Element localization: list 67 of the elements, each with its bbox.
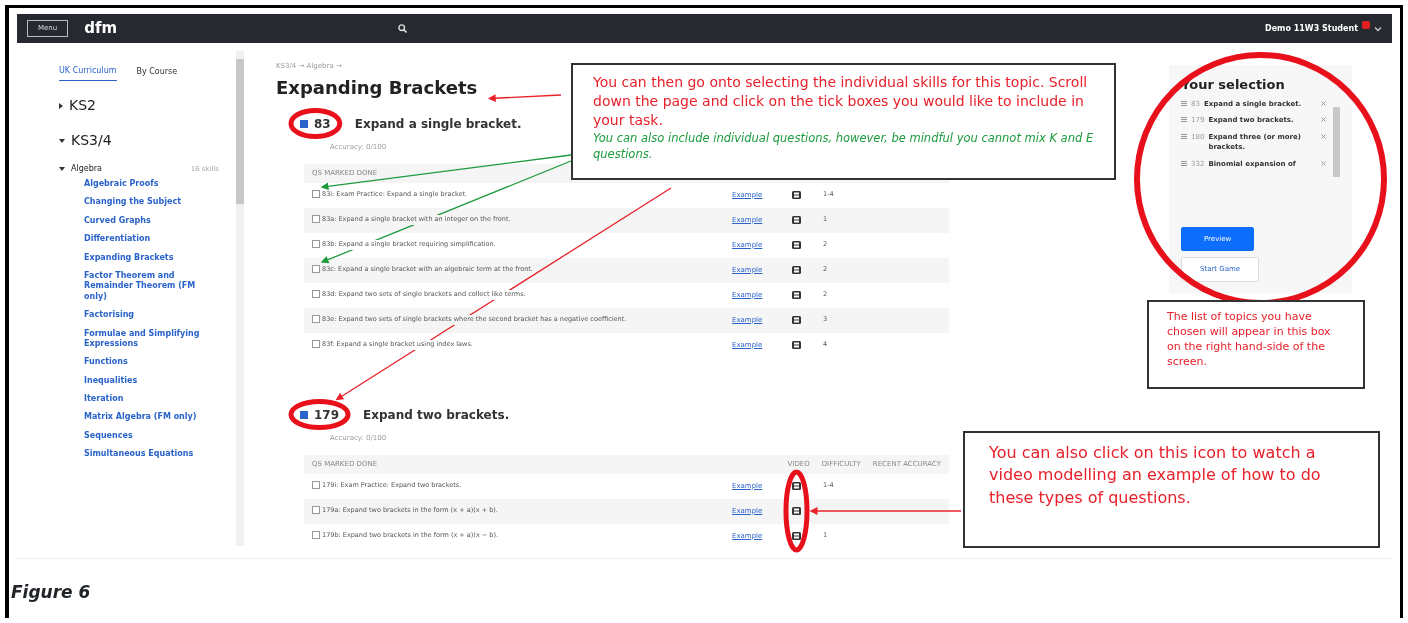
film-icon[interactable] <box>792 291 801 299</box>
topic-link[interactable]: Functions <box>59 353 219 372</box>
highlight-ellipse <box>288 108 343 139</box>
film-icon[interactable] <box>792 191 801 199</box>
callout-text: You can then go onto selecting the individual skills for this topic. Scroll down the page and click on the tick boxes you would like to include in your task. <box>593 73 1089 130</box>
skill-checkbox[interactable] <box>300 410 308 419</box>
figure-caption: Figure 6 <box>11 581 91 604</box>
callout-text: The list of topics you have chosen will appear in this box on the right hand-side of the screen. <box>1167 310 1332 370</box>
skill-number: 83 <box>314 115 331 133</box>
topic-link[interactable]: Matrix Algebra (FM only) <box>59 408 219 427</box>
film-icon[interactable] <box>792 216 801 224</box>
question-checkbox[interactable] <box>312 531 320 540</box>
question-checkbox[interactable] <box>312 240 320 249</box>
skill-checkbox[interactable] <box>300 119 308 128</box>
question-checkbox[interactable] <box>312 290 320 299</box>
drag-handle-icon[interactable] <box>1181 160 1187 166</box>
tree-label: KS2 <box>69 96 96 115</box>
topic-link[interactable]: Curved Graphs <box>59 211 219 231</box>
close-icon[interactable] <box>1321 100 1326 106</box>
film-icon[interactable] <box>792 316 801 324</box>
question-checkbox[interactable] <box>312 190 320 199</box>
film-icon[interactable] <box>792 532 801 540</box>
question-checkbox[interactable] <box>312 340 320 349</box>
film-icon[interactable] <box>792 341 801 349</box>
film-icon[interactable] <box>792 266 801 274</box>
close-icon[interactable] <box>1321 133 1326 139</box>
question-checkbox[interactable] <box>312 215 320 224</box>
sidebar-tab[interactable]: UK Curriculum <box>59 65 117 81</box>
topic-link[interactable]: Factorising <box>59 306 219 325</box>
highlight-ellipse <box>288 399 351 430</box>
topic-link[interactable]: Changing the Subject <box>59 193 219 212</box>
film-icon[interactable] <box>792 507 801 515</box>
tree-label: KS3/4 <box>71 131 112 150</box>
drag-handle-icon[interactable] <box>1181 133 1187 139</box>
skill-number: 179 <box>314 406 340 424</box>
callout-note: You can also include individual questions, however, be mindful you cannot mix K and E questions. <box>593 129 1094 162</box>
drag-handle-icon[interactable] <box>1181 117 1187 122</box>
scrollbar[interactable] <box>1333 106 1340 177</box>
scrollbar[interactable] <box>236 51 244 546</box>
tree-label: Algebra <box>71 163 102 175</box>
caret-icon[interactable] <box>1374 25 1382 32</box>
topic-link[interactable]: Iteration <box>59 390 219 409</box>
skill-name: Expand a single bracket. <box>354 115 522 133</box>
topic-link[interactable]: Inequalities <box>59 371 219 391</box>
question-checkbox[interactable] <box>312 265 320 274</box>
film-icon[interactable] <box>792 241 801 249</box>
drag-handle-icon[interactable] <box>1181 100 1187 106</box>
topic-link[interactable]: Simultaneous Equations <box>59 445 219 464</box>
question-checkbox[interactable] <box>312 481 320 490</box>
topic-link[interactable]: Expanding Brackets <box>59 248 219 267</box>
topic-link[interactable]: Sequences <box>59 426 219 446</box>
skill-name: Expand two brackets. <box>363 406 510 424</box>
topic-link[interactable]: Differentiation <box>59 230 219 249</box>
close-icon[interactable] <box>1321 160 1326 166</box>
close-icon[interactable] <box>1321 117 1326 122</box>
topic-link[interactable]: Factor Theorem and Remainder Theorem (FM only) <box>59 266 219 307</box>
film-icon[interactable] <box>792 482 801 490</box>
topic-link[interactable]: Algebraic Proofs <box>59 175 219 194</box>
question-checkbox[interactable] <box>312 315 320 324</box>
brand-logo[interactable]: dfm <box>84 17 118 40</box>
callout-text: You can also click on this icon to watch a video modelling an example of how to do these types of questions. <box>989 442 1322 509</box>
topic-link[interactable]: Formulae and Simplifying Expressions <box>59 324 219 354</box>
page-title: Expanding Brackets <box>276 75 478 100</box>
question-checkbox[interactable] <box>312 506 320 515</box>
user-name[interactable]: Demo 11W3 Student <box>1265 22 1358 35</box>
sidebar-tab[interactable]: By Course <box>136 65 178 81</box>
search-icon[interactable] <box>398 24 408 33</box>
